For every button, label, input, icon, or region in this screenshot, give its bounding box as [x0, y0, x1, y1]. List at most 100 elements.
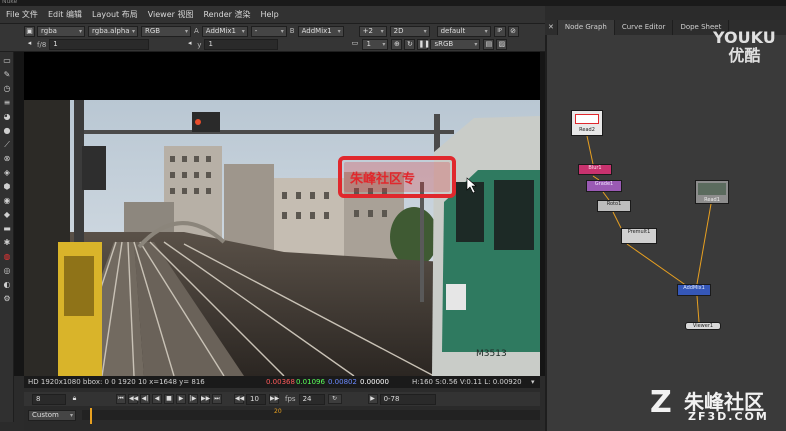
- channel-tool-icon[interactable]: ≡: [2, 98, 12, 108]
- zf3d-watermark: Z 朱峰社区 ZF3D.COM: [650, 386, 784, 426]
- timeline-ruler[interactable]: Custom 20: [24, 406, 540, 431]
- step-back-icon[interactable]: ◀|: [140, 394, 150, 404]
- fps-label: fps: [285, 395, 296, 403]
- merge-node[interactable]: AddMix1: [677, 284, 711, 296]
- image-tool-icon[interactable]: ▭: [2, 56, 12, 66]
- lock-icon[interactable]: 🔒︎: [69, 394, 80, 405]
- draw-tool-icon[interactable]: ✎: [2, 70, 12, 80]
- alpha-dropdown[interactable]: rgba.alpha: [88, 25, 138, 37]
- blur-node[interactable]: Blur1: [578, 164, 612, 175]
- grade-node[interactable]: Grade1: [586, 180, 622, 192]
- ruler-mark-label: 20: [274, 408, 282, 415]
- gamma-toggle-icon[interactable]: ◂: [184, 39, 195, 50]
- views-tool-icon[interactable]: ◉: [2, 196, 12, 206]
- last-frame-icon[interactable]: ⏭: [212, 394, 222, 404]
- range-field[interactable]: 0-78: [379, 393, 436, 405]
- blue-value: 0.00802: [328, 378, 357, 386]
- blur-label: Blur1: [588, 165, 602, 171]
- node-toolbar: ▭ ✎ ◷ ≡ ◕ ● ⟋ ⊗ ◈ ⬢ ◉ ◆ ▬ ✱ ◍ ◎ ◐ ⚙: [0, 52, 14, 422]
- menu-edit[interactable]: Edit 编辑: [48, 9, 82, 20]
- read2-node[interactable]: Read2: [571, 110, 603, 136]
- tab-node-graph[interactable]: Node Graph: [557, 20, 615, 35]
- zf-logo-icon: Z: [650, 385, 672, 420]
- keyer-tool-icon[interactable]: ⟋: [2, 140, 12, 150]
- menu-file[interactable]: File 文件: [6, 9, 38, 20]
- wipe-toggle-icon[interactable]: ⊘: [507, 25, 519, 37]
- ocula-tool-icon[interactable]: ◎: [2, 266, 12, 276]
- tab-close-icon[interactable]: ✕: [545, 20, 558, 35]
- menu-render[interactable]: Render 渲染: [203, 9, 250, 20]
- view-mode-dropdown[interactable]: 2D: [389, 25, 430, 37]
- range-mode-dropdown[interactable]: Custom: [28, 410, 76, 421]
- car-number: M3513: [476, 349, 507, 359]
- tab-curve-editor[interactable]: Curve Editor: [615, 20, 674, 35]
- skip-forward-icon[interactable]: ▶▶: [269, 394, 279, 404]
- prev-keyframe-icon[interactable]: ◀◀: [128, 394, 138, 404]
- node-graph-panel[interactable]: Read2 Blur1 Grade1 Roto1 Premult1 Read1 …: [545, 24, 786, 431]
- 3d-tool-icon[interactable]: ⬢: [2, 182, 12, 192]
- b-input-dropdown[interactable]: AddMix1: [297, 25, 344, 37]
- display-dropdown[interactable]: sRGB: [430, 39, 481, 50]
- wipe-dropdown[interactable]: -: [250, 25, 287, 37]
- frame-field[interactable]: 8: [32, 393, 66, 405]
- viewer-canvas[interactable]: M3513 朱峰社区专: [24, 52, 540, 377]
- gamma-label: y: [197, 40, 202, 49]
- plugins-tool-icon[interactable]: ◐: [2, 280, 12, 290]
- next-keyframe-icon[interactable]: ▶▶: [200, 394, 210, 404]
- premult-node[interactable]: Premult1: [621, 228, 657, 244]
- refresh-icon[interactable]: ↻: [404, 39, 416, 50]
- playhead[interactable]: [90, 408, 92, 424]
- youku-logo-cn: 优酷: [728, 46, 761, 65]
- color-tool-icon[interactable]: ◕: [2, 112, 12, 122]
- gain-dropdown[interactable]: +2: [358, 25, 387, 37]
- roi-icon[interactable]: ⊕: [391, 39, 403, 50]
- zoom-icon[interactable]: ◂: [24, 39, 35, 50]
- proxy-dropdown[interactable]: 1: [362, 39, 389, 50]
- step-field[interactable]: 10: [246, 393, 266, 405]
- fps-field[interactable]: 24: [298, 393, 325, 405]
- skip-back-icon[interactable]: ◀◀: [234, 394, 244, 404]
- filter-tool-icon[interactable]: ●: [2, 126, 12, 136]
- menu-viewer[interactable]: Viewer 视图: [148, 9, 194, 20]
- menu-bar: File 文件 Edit 编辑 Layout 布局 Viewer 视图 Rend…: [0, 6, 545, 24]
- channel-icon[interactable]: ▣: [24, 25, 35, 37]
- loop-icon[interactable]: ↻: [327, 394, 342, 404]
- gain-field[interactable]: 1: [49, 39, 150, 50]
- other-tool-icon[interactable]: ✱: [2, 238, 12, 248]
- stop-icon[interactable]: ■: [164, 394, 174, 404]
- furnace-tool-icon[interactable]: ◍: [2, 252, 12, 262]
- mask-icon[interactable]: ▨: [496, 39, 508, 50]
- time-tool-icon[interactable]: ◷: [2, 84, 12, 94]
- range-icon[interactable]: ▶: [367, 394, 378, 404]
- lut-dropdown[interactable]: default: [436, 25, 491, 37]
- read1-thumbnail: [698, 183, 726, 195]
- play-forward-icon[interactable]: ▶: [176, 394, 186, 404]
- roto-node[interactable]: Roto1: [597, 200, 631, 212]
- viewer-image: M3513 朱峰社区专: [24, 52, 540, 377]
- read1-node[interactable]: Read1: [695, 180, 729, 204]
- menu-layout[interactable]: Layout 布局: [92, 9, 138, 20]
- info-dropdown-icon[interactable]: ▾: [531, 376, 535, 388]
- colorspace-dropdown[interactable]: RGB: [141, 25, 191, 37]
- alpha-value: 0.00000: [360, 378, 389, 386]
- zf-logo-url: ZF3D.COM: [688, 410, 769, 423]
- merge-tool-icon[interactable]: ⊗: [2, 154, 12, 164]
- gamma-field[interactable]: 1: [204, 39, 279, 50]
- info-icon[interactable]: ▤: [483, 39, 495, 50]
- settings-tool-icon[interactable]: ⚙: [2, 294, 12, 304]
- metadata-tool-icon[interactable]: ◆: [2, 210, 12, 220]
- toolsets-tool-icon[interactable]: ▬: [2, 224, 12, 234]
- channels-dropdown[interactable]: rgba: [37, 25, 85, 37]
- ip-button[interactable]: IP: [493, 25, 506, 37]
- proxy-icon[interactable]: ▭: [349, 39, 360, 50]
- menu-help[interactable]: Help: [261, 10, 279, 19]
- first-frame-icon[interactable]: ⏮: [116, 394, 126, 404]
- merge-label: AddMix1: [683, 285, 705, 291]
- pause-icon[interactable]: ❚❚: [417, 39, 430, 50]
- step-forward-icon[interactable]: |▶: [188, 394, 198, 404]
- a-input-dropdown[interactable]: AddMix1: [201, 25, 248, 37]
- play-backward-icon[interactable]: ◀: [152, 394, 162, 404]
- transform-tool-icon[interactable]: ◈: [2, 168, 12, 178]
- ruler-track: [82, 410, 540, 420]
- viewer-node[interactable]: Viewer1: [685, 322, 721, 330]
